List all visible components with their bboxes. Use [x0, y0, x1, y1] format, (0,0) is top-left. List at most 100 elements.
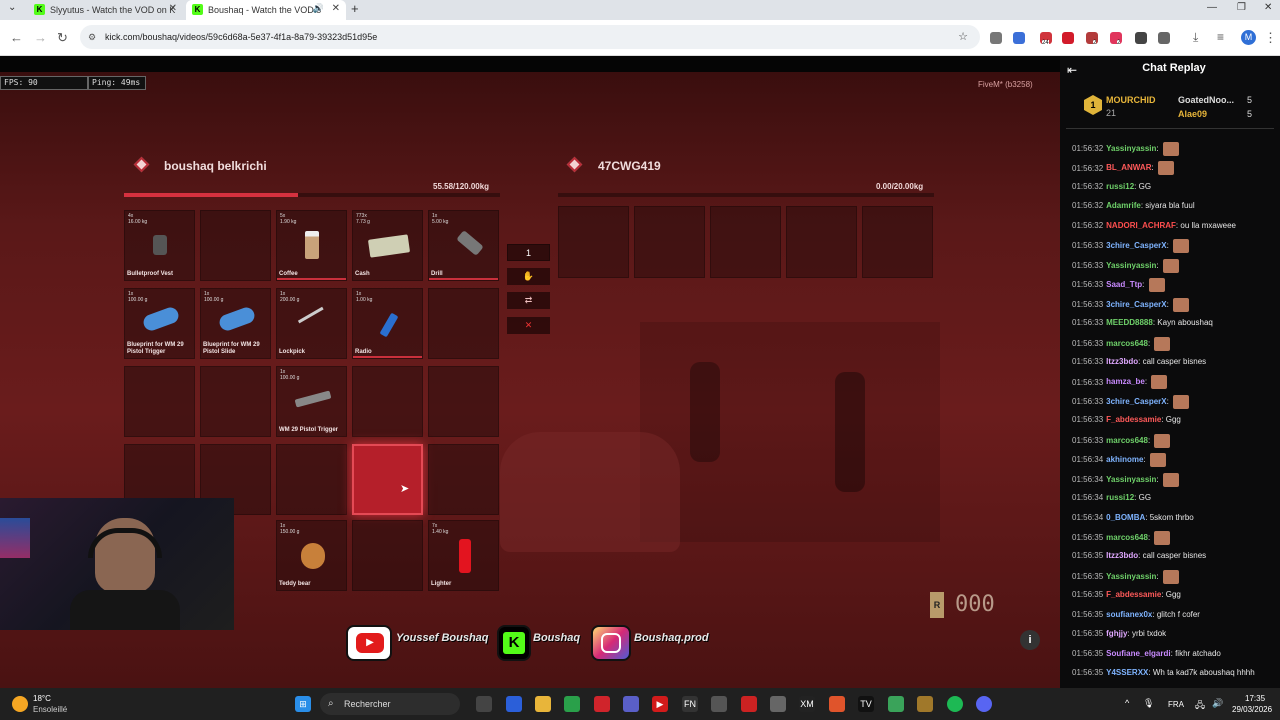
amount-input[interactable]: 1 [507, 244, 550, 261]
clock-date[interactable]: 29/03/2026 [1232, 705, 1272, 714]
inventory-slot[interactable] [352, 366, 423, 437]
clock-time[interactable]: 17:35 [1245, 694, 1265, 703]
new-tab-button[interactable]: + [351, 1, 359, 16]
selected-inventory-slot[interactable]: ➤ [352, 444, 423, 515]
download-icon[interactable]: ⤓ [1193, 30, 1198, 45]
tab-search-icon[interactable]: ⌄ [8, 2, 16, 13]
extension-icon[interactable] [1013, 32, 1025, 44]
acrobat-icon[interactable] [594, 696, 610, 712]
tray-chevron-icon[interactable]: ^ [1125, 698, 1129, 708]
windows-start-icon[interactable]: ⊞ [295, 696, 311, 712]
weather-sun-icon[interactable] [12, 696, 28, 712]
chat-username[interactable]: BL_ANWAR [1106, 164, 1151, 173]
inventory-slot[interactable] [200, 210, 271, 281]
app-icon[interactable] [917, 696, 933, 712]
extension-icon[interactable] [1135, 32, 1147, 44]
inventory-slot[interactable]: 773x 7.73 g Cash [352, 210, 423, 281]
extensions-puzzle-icon[interactable] [1158, 32, 1170, 44]
chat-username[interactable]: Yassinyassin [1106, 261, 1156, 270]
task-view-icon[interactable] [476, 696, 492, 712]
chat-username[interactable]: F_abdessamie [1106, 590, 1161, 599]
trunk-slot[interactable] [558, 206, 629, 278]
give-button[interactable]: ✋ [507, 268, 550, 285]
reading-list-icon[interactable]: ≡ [1217, 30, 1224, 44]
app-icon[interactable] [770, 696, 786, 712]
inventory-slot[interactable]: 1x 100.00 g Blueprint for WM 29 Pistol Sl… [200, 288, 271, 359]
chat-username[interactable]: Y4SSERXX [1106, 668, 1148, 677]
inventory-slot[interactable] [276, 444, 347, 515]
inventory-slot[interactable]: 1x 5.00 kg Drill [428, 210, 499, 281]
chat-username[interactable]: NADORI_ACHRAF [1106, 221, 1176, 230]
inventory-slot[interactable] [428, 288, 499, 359]
chat-username[interactable]: Itzz3bdo [1106, 357, 1138, 366]
inventory-slot[interactable]: 7x 1.40 kg Lighter [428, 520, 499, 591]
youtube-icon[interactable]: ▶ [652, 696, 668, 712]
inventory-slot[interactable]: 1x 150.00 g Teddy bear [276, 520, 347, 591]
chat-username[interactable]: Saad_Ttp [1106, 280, 1142, 289]
close-inventory-button[interactable]: ✕ [507, 317, 550, 334]
chat-username[interactable]: akhinome [1106, 455, 1143, 464]
inventory-slot[interactable]: 1x 1.00 kg Radio [352, 288, 423, 359]
minimize-button[interactable]: — [1207, 2, 1217, 13]
app-icon[interactable] [711, 696, 727, 712]
back-icon[interactable]: ← [10, 30, 23, 45]
tab-close-icon[interactable]: ✕ [169, 3, 177, 14]
copilot-icon[interactable] [506, 696, 522, 712]
chat-username[interactable]: Soufiane_elgardi [1106, 649, 1170, 658]
inventory-slot[interactable] [428, 444, 499, 515]
app-icon[interactable] [888, 696, 904, 712]
chat-username[interactable]: 3chire_CasperX [1106, 300, 1166, 309]
swap-button[interactable]: ⇄ [507, 292, 550, 309]
language-indicator[interactable]: FRA [1168, 700, 1184, 709]
file-explorer-icon[interactable] [535, 696, 551, 712]
inventory-slot[interactable] [200, 366, 271, 437]
chat-username[interactable]: russi12 [1106, 182, 1134, 191]
fn-app-icon[interactable]: FN [682, 696, 698, 712]
chat-username[interactable]: hamza_be [1106, 378, 1145, 387]
inventory-slot[interactable]: 1x 100.00 g Blueprint for WM 29 Pistol Tr… [124, 288, 195, 359]
maximize-button[interactable]: ❐ [1237, 2, 1246, 13]
network-icon[interactable]: 🖧 [1195, 698, 1205, 714]
volume-icon[interactable]: 🔊 [1212, 698, 1223, 709]
chat-username[interactable]: F_abdessamie [1106, 415, 1161, 424]
chat-username[interactable]: Yassinyassin [1106, 475, 1156, 484]
trunk-slot[interactable] [786, 206, 857, 278]
tab-slyyutus[interactable]: K Slyyutus - Watch the VOD on K ✕ [28, 0, 183, 20]
inventory-slot[interactable] [428, 366, 499, 437]
tab-boushaq[interactable]: K Boushaq - Watch the VOD o 🔊 ✕ [186, 0, 346, 20]
trunk-slot[interactable] [634, 206, 705, 278]
chat-username[interactable]: marcos648 [1106, 436, 1148, 445]
site-info-icon[interactable]: ⚙ [88, 25, 96, 49]
close-window-button[interactable]: ✕ [1264, 2, 1272, 13]
chrome-menu-icon[interactable]: ⋮ [1264, 30, 1277, 46]
inventory-slot[interactable]: 1x 100.00 g WM 29 Pistol Trigger [276, 366, 347, 437]
chat-username[interactable]: 0_BOMBA [1106, 513, 1145, 522]
trunk-slot[interactable] [862, 206, 933, 278]
inventory-slot[interactable]: 5x 1.90 kg Coffee [276, 210, 347, 281]
tradingview-icon[interactable]: TV [858, 696, 874, 712]
taskbar-search[interactable]: ⌕ Rechercher [320, 693, 460, 715]
microphone-icon[interactable]: 🎙 [1143, 698, 1154, 709]
youtube-extension-icon[interactable] [1062, 32, 1074, 44]
extension-icon[interactable] [990, 32, 1002, 44]
app-icon[interactable]: XM [799, 696, 815, 712]
audio-icon[interactable]: 🔊 [313, 3, 324, 14]
chat-username[interactable]: marcos648 [1106, 533, 1148, 542]
trunk-slot[interactable] [710, 206, 781, 278]
app-icon[interactable] [741, 696, 757, 712]
spotify-icon[interactable] [947, 696, 963, 712]
info-icon[interactable]: i [1020, 630, 1040, 650]
chat-username[interactable]: Itzz3bdo [1106, 551, 1138, 560]
chat-username[interactable]: Adamrife [1106, 201, 1141, 210]
discord-icon[interactable] [976, 696, 992, 712]
chat-username[interactable]: MEEDD8888 [1106, 318, 1153, 327]
chat-username[interactable]: marcos648 [1106, 339, 1148, 348]
address-bar[interactable]: ⚙ kick.com/boushaq/videos/59c6d68a-5e37-… [80, 25, 980, 49]
reload-icon[interactable]: ↻ [57, 30, 68, 46]
chat-username[interactable]: russi12 [1106, 493, 1134, 502]
profile-avatar[interactable]: M [1241, 30, 1256, 45]
chat-username[interactable]: Yassinyassin [1106, 572, 1156, 581]
bookmark-star-icon[interactable]: ☆ [958, 25, 968, 49]
brave-icon[interactable] [829, 696, 845, 712]
chat-username[interactable]: soufianex0x [1106, 610, 1152, 619]
